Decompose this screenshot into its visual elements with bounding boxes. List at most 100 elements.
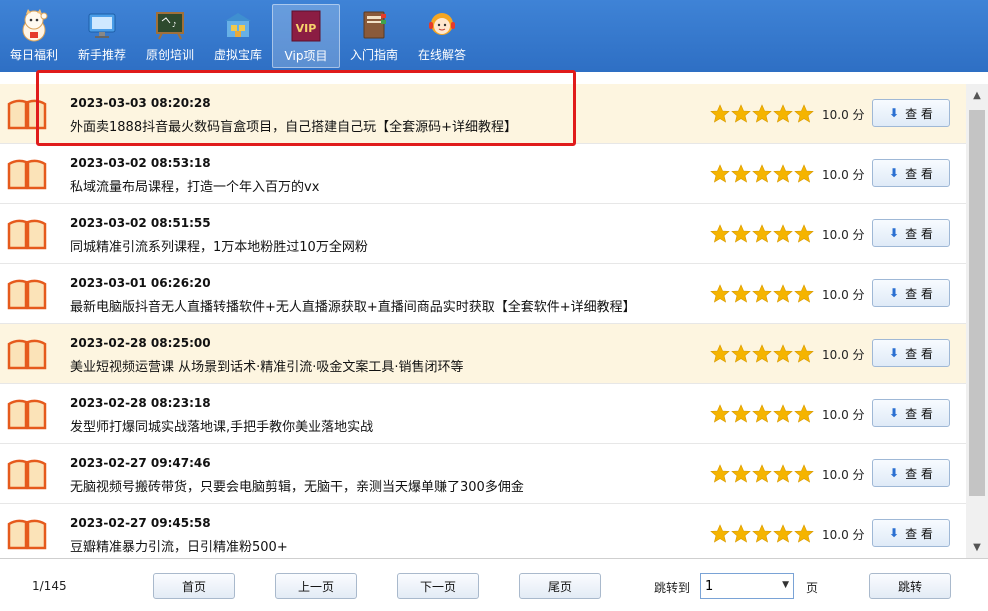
download-arrow-icon: ⬇ bbox=[889, 226, 900, 240]
download-arrow-icon: ⬇ bbox=[889, 106, 900, 120]
toolbar-label: 新手推荐 bbox=[77, 48, 126, 62]
item-score: 10.0 分 bbox=[822, 348, 865, 362]
view-button[interactable]: ⬇ 查 看 bbox=[872, 459, 950, 487]
rating-stars bbox=[710, 344, 815, 364]
star-icon bbox=[731, 224, 751, 244]
star-icon bbox=[731, 284, 751, 304]
vip-badge-text: VIP bbox=[296, 22, 317, 35]
go-button[interactable]: 跳转 bbox=[869, 573, 951, 599]
scrollbar-thumb[interactable] bbox=[969, 110, 985, 496]
toolbar-label: 虚拟宝库 bbox=[213, 48, 262, 62]
annotation-highlight-box bbox=[36, 70, 576, 146]
list-item[interactable]: 2023-02-27 09:45:58 豆瓣精准暴力引流，日引精准粉500+ 10.… bbox=[0, 504, 966, 558]
toolbar-item-original-training[interactable]: ♪ 原创培训 bbox=[136, 0, 204, 72]
star-icon bbox=[773, 404, 793, 424]
view-button[interactable]: ⬇ 查 看 bbox=[872, 219, 950, 247]
rating-stars bbox=[710, 104, 815, 124]
item-score: 10.0 分 bbox=[822, 468, 865, 482]
star-icon bbox=[794, 164, 814, 184]
item-date: 2023-03-02 08:53:18 bbox=[70, 156, 211, 170]
star-icon bbox=[710, 224, 730, 244]
project-list: 2023-03-03 08:20:28 外面卖1888抖音最火数码盲盒项目，自己搭… bbox=[0, 84, 966, 558]
star-icon bbox=[710, 524, 730, 544]
star-icon bbox=[710, 104, 730, 124]
item-score: 10.0 分 bbox=[822, 288, 865, 302]
star-icon bbox=[794, 404, 814, 424]
vertical-scrollbar[interactable]: ▲ ▼ bbox=[966, 84, 988, 558]
prev-page-button[interactable]: 上一页 bbox=[275, 573, 357, 599]
star-icon bbox=[710, 344, 730, 364]
jump-to-label: 跳转到 bbox=[654, 581, 691, 595]
list-item[interactable]: 2023-03-02 08:53:18 私域流量布局课程，打造一个年入百万的vx 1… bbox=[0, 144, 966, 204]
toolbar-label: 在线解答 bbox=[417, 48, 466, 62]
star-icon bbox=[731, 104, 751, 124]
download-arrow-icon: ⬇ bbox=[889, 466, 900, 480]
toolbar-item-newbie-recommend[interactable]: 新手推荐 bbox=[68, 0, 136, 72]
star-icon bbox=[752, 104, 772, 124]
scroll-down-icon[interactable]: ▼ bbox=[966, 536, 988, 558]
first-page-button[interactable]: 首页 bbox=[153, 573, 235, 599]
page-unit-label: 页 bbox=[806, 581, 819, 595]
rating-stars bbox=[710, 224, 815, 244]
toolbar-item-vip-projects[interactable]: VIP Vip项目 bbox=[272, 4, 340, 68]
star-icon bbox=[710, 164, 730, 184]
star-icon bbox=[794, 344, 814, 364]
item-title[interactable]: 私域流量布局课程，打造一个年入百万的vx bbox=[70, 176, 319, 195]
view-button[interactable]: ⬇ 查 看 bbox=[872, 159, 950, 187]
item-date: 2023-02-28 08:25:00 bbox=[70, 336, 211, 350]
book-icon bbox=[2, 324, 52, 384]
view-button-label: 查 看 bbox=[905, 226, 933, 241]
item-score: 10.0 分 bbox=[822, 168, 865, 182]
toolbar-label: 每日福利 bbox=[9, 48, 58, 62]
star-icon bbox=[731, 464, 751, 484]
scroll-up-icon[interactable]: ▲ bbox=[966, 84, 988, 106]
toolbar-item-virtual-treasury[interactable]: 虚拟宝库 bbox=[204, 0, 272, 72]
star-icon bbox=[752, 404, 772, 424]
list-item[interactable]: 2023-02-27 09:47:46 无脑视频号搬砖带货，只要会电脑剪辑，无脑干… bbox=[0, 444, 966, 504]
star-icon bbox=[773, 524, 793, 544]
item-title[interactable]: 无脑视频号搬砖带货，只要会电脑剪辑，无脑干，亲测当天爆单赚了300多佣金 bbox=[70, 476, 524, 495]
item-title[interactable]: 最新电脑版抖音无人直播转播软件+无人直播源获取+直播间商品实时获取【全套软件+详… bbox=[70, 296, 636, 315]
view-button-label: 查 看 bbox=[905, 286, 933, 301]
star-icon bbox=[773, 284, 793, 304]
view-button[interactable]: ⬇ 查 看 bbox=[872, 339, 950, 367]
view-button-label: 查 看 bbox=[905, 106, 933, 121]
star-icon bbox=[710, 284, 730, 304]
star-icon bbox=[773, 164, 793, 184]
next-page-button[interactable]: 下一页 bbox=[397, 573, 479, 599]
item-date: 2023-03-01 06:26:20 bbox=[70, 276, 211, 290]
item-title[interactable]: 同城精准引流系列课程，1万本地粉胜过10万全网粉 bbox=[70, 236, 368, 255]
toolbar-item-daily-welfare[interactable]: 每日福利 bbox=[0, 0, 68, 72]
star-icon bbox=[773, 224, 793, 244]
view-button[interactable]: ⬇ 查 看 bbox=[872, 519, 950, 547]
item-date: 2023-03-02 08:51:55 bbox=[70, 216, 211, 230]
list-item[interactable]: 2023-02-28 08:25:00 美业短视频运营课 从场景到话术·精准引流·… bbox=[0, 324, 966, 384]
star-icon bbox=[752, 464, 772, 484]
last-page-button[interactable]: 尾页 bbox=[519, 573, 601, 599]
dropdown-arrow-icon[interactable]: ▼ bbox=[782, 580, 789, 590]
list-item[interactable]: 2023-03-02 08:51:55 同城精准引流系列课程，1万本地粉胜过10万… bbox=[0, 204, 966, 264]
star-icon bbox=[794, 224, 814, 244]
list-item[interactable]: 2023-02-28 08:23:18 发型师打爆同城实战落地课,手把手教你美业落… bbox=[0, 384, 966, 444]
page-select[interactable]: 1 ▼ bbox=[700, 573, 794, 599]
book-icon bbox=[2, 384, 52, 444]
item-title[interactable]: 豆瓣精准暴力引流，日引精准粉500+ bbox=[70, 536, 288, 555]
star-icon bbox=[773, 344, 793, 364]
top-toolbar: 每日福利 新手推荐 ♪ 原创培训 虚拟宝库 VIP Vip项目 入门指南 在线解 bbox=[0, 0, 988, 72]
item-score: 10.0 分 bbox=[822, 528, 865, 542]
item-title[interactable]: 美业短视频运营课 从场景到话术·精准引流·吸金文案工具·销售闭环等 bbox=[70, 356, 464, 375]
book-icon bbox=[2, 144, 52, 204]
star-icon bbox=[794, 524, 814, 544]
item-title[interactable]: 发型师打爆同城实战落地课,手把手教你美业落地实战 bbox=[70, 416, 373, 435]
item-score: 10.0 分 bbox=[822, 108, 865, 122]
list-item[interactable]: 2023-03-01 06:26:20 最新电脑版抖音无人直播转播软件+无人直播源… bbox=[0, 264, 966, 324]
toolbar-label: 入门指南 bbox=[349, 48, 398, 62]
view-button[interactable]: ⬇ 查 看 bbox=[872, 279, 950, 307]
view-button[interactable]: ⬇ 查 看 bbox=[872, 99, 950, 127]
toolbar-item-online-answers[interactable]: 在线解答 bbox=[408, 0, 476, 72]
book-icon bbox=[2, 204, 52, 264]
view-button[interactable]: ⬇ 查 看 bbox=[872, 399, 950, 427]
star-icon bbox=[752, 164, 772, 184]
toolbar-item-getting-started[interactable]: 入门指南 bbox=[340, 0, 408, 72]
star-icon bbox=[710, 404, 730, 424]
